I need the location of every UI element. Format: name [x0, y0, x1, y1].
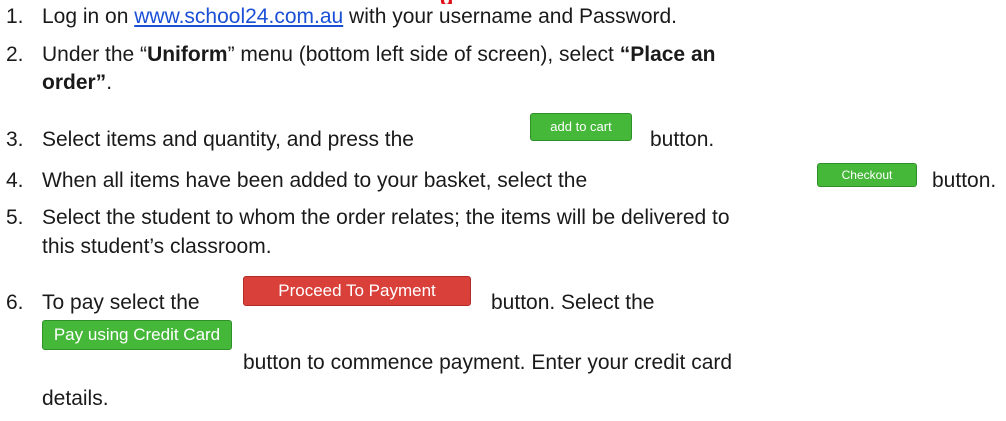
- step-text-post: with your username and Password.: [343, 5, 678, 28]
- step-3-suffix: button.: [650, 127, 714, 153]
- place-order-label-cont: order”: [42, 71, 107, 94]
- step-text: To pay select the: [42, 290, 200, 316]
- step-number: 2.: [6, 43, 24, 66]
- step-6-post: button to commence payment. Enter your c…: [243, 350, 732, 376]
- step-text-post: button.: [650, 128, 715, 151]
- step-4-suffix: button.: [932, 168, 996, 194]
- step-number: 4.: [6, 169, 24, 192]
- step-text-mid: button. Select the: [491, 291, 655, 314]
- step-number: 6.: [6, 291, 24, 314]
- step-text: When all items have been added to your b…: [42, 168, 587, 194]
- step-text: Under the “Uniform” menu (bottom left si…: [42, 42, 715, 68]
- uniform-menu-label: Uniform: [147, 43, 228, 66]
- step-6-mid: button. Select the: [491, 290, 654, 316]
- step-number: 5.: [6, 206, 24, 229]
- step-text-pre: Select items and quantity, and press the: [42, 128, 414, 151]
- step-text: Log in on www.school24.com.au with your …: [42, 4, 677, 30]
- step-text: Select the student to whom the order rel…: [42, 206, 730, 229]
- place-order-label: “Place an: [619, 43, 716, 66]
- step-text-post: button to commence payment. Enter your c…: [243, 351, 733, 374]
- step-text: Select items and quantity, and press the: [42, 127, 414, 153]
- checkout-button[interactable]: Checkout: [817, 163, 917, 187]
- step-text-pre: When all items have been added to your b…: [42, 169, 588, 192]
- proceed-to-payment-button[interactable]: Proceed To Payment: [243, 276, 471, 306]
- step-text: this student’s classroom.: [42, 235, 272, 258]
- step-text-mid: ” menu (bottom left side of screen), sel…: [227, 43, 620, 66]
- add-to-cart-button[interactable]: add to cart: [530, 113, 632, 141]
- step-text-post: button.: [932, 169, 997, 192]
- step-text-pre: To pay select the: [42, 291, 200, 314]
- school24-link[interactable]: www.school24.com.au: [134, 5, 343, 28]
- step-text-pre: Log in on: [42, 5, 135, 28]
- step-number: 3.: [6, 128, 24, 151]
- step-number: 1.: [6, 5, 24, 28]
- step-text-pre: Under the “: [42, 43, 148, 66]
- step-text: order”.: [42, 70, 112, 96]
- step-text-end: .: [106, 71, 113, 94]
- pay-using-credit-card-button[interactable]: Pay using Credit Card: [42, 320, 232, 350]
- step-text: details.: [42, 387, 109, 410]
